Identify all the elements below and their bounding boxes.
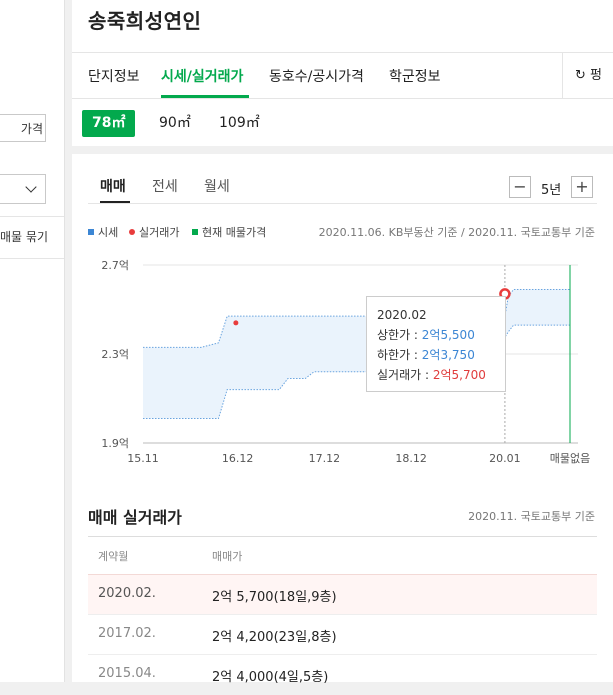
price-input[interactable]: 가격 bbox=[0, 114, 46, 142]
y-tick-label: 1.9억 bbox=[101, 437, 129, 450]
tooltip-actual-label: 실거래가 : bbox=[377, 368, 433, 382]
left-filter-pane: 가격 매물 묶기 bbox=[0, 0, 65, 682]
transactions-source: 2020.11. 국토교통부 기준 bbox=[468, 510, 595, 523]
tooltip-lower-label: 하한가 : bbox=[377, 348, 422, 362]
transactions-table-header: 계약월 매매가 bbox=[88, 536, 597, 575]
chart-tooltip: 2020.02 상한가 : 2억5,500 하한가 : 2억3,750 실거래가… bbox=[366, 296, 506, 392]
y-tick-label: 2.7억 bbox=[101, 259, 129, 272]
tooltip-upper: 상한가 : 2억5,500 bbox=[377, 325, 495, 345]
header-sale-price: 매매가 bbox=[212, 550, 243, 563]
x-tick-label: 16.12 bbox=[222, 452, 254, 465]
tooltip-actual-value: 2억5,700 bbox=[432, 368, 486, 382]
tooltip-lower: 하한가 : 2억3,750 bbox=[377, 345, 495, 365]
price-input-suffix: 가격 bbox=[20, 122, 43, 136]
row-date: 2020.02. bbox=[98, 586, 156, 601]
row-date: 2015.04. bbox=[98, 666, 156, 681]
table-row[interactable]: 2015.04. 2억 4,000(4일,5층) bbox=[88, 654, 597, 695]
x-tick-label: 15.11 bbox=[127, 452, 159, 465]
row-price: 2억 4,000(4일,5층) bbox=[212, 670, 329, 685]
table-row[interactable]: 2017.02. 2억 4,200(23일,8층) bbox=[88, 614, 597, 655]
row-date: 2017.02. bbox=[98, 626, 156, 641]
tooltip-actual: 실거래가 : 2억5,700 bbox=[377, 365, 495, 385]
complex-detail-panel: 송죽희성연인 단지정보 시세/실거래가 동호수/공시가격 학군정보 ↻ 펑 78… bbox=[72, 0, 613, 685]
row-price: 2억 5,700(18일,9층) bbox=[212, 590, 337, 605]
chevron-down-icon bbox=[25, 181, 37, 193]
row-price: 2억 4,200(23일,8층) bbox=[212, 630, 337, 645]
tooltip-lower-value: 2억3,750 bbox=[421, 348, 475, 362]
x-tick-label: 18.12 bbox=[395, 452, 427, 465]
tooltip-date: 2020.02 bbox=[377, 308, 427, 322]
x-tick-label: 20.01 bbox=[489, 452, 521, 465]
trade-point bbox=[233, 320, 239, 326]
divider bbox=[0, 216, 64, 217]
table-row[interactable]: 2020.02. 2억 5,700(18일,9층) bbox=[88, 574, 597, 615]
filter-select[interactable] bbox=[0, 174, 46, 204]
price-chart[interactable]: 2.7억 2.3억 1.9억 15.11 16.12 17.12 18.12 20.01 매물없… bbox=[72, 0, 613, 480]
tooltip-upper-value: 2억5,500 bbox=[421, 328, 475, 342]
transactions-title: 매매 실거래가 bbox=[88, 508, 182, 527]
header-contract-month: 계약월 bbox=[98, 550, 129, 563]
divider bbox=[0, 258, 64, 259]
tooltip-upper-label: 상한가 : bbox=[377, 328, 422, 342]
x-tick-label: 17.12 bbox=[309, 452, 341, 465]
bundle-listings-link[interactable]: 매물 묶기 bbox=[0, 228, 48, 245]
y-tick-label: 2.3억 bbox=[101, 348, 129, 361]
x-tick-label: 매물없음 bbox=[550, 452, 590, 465]
